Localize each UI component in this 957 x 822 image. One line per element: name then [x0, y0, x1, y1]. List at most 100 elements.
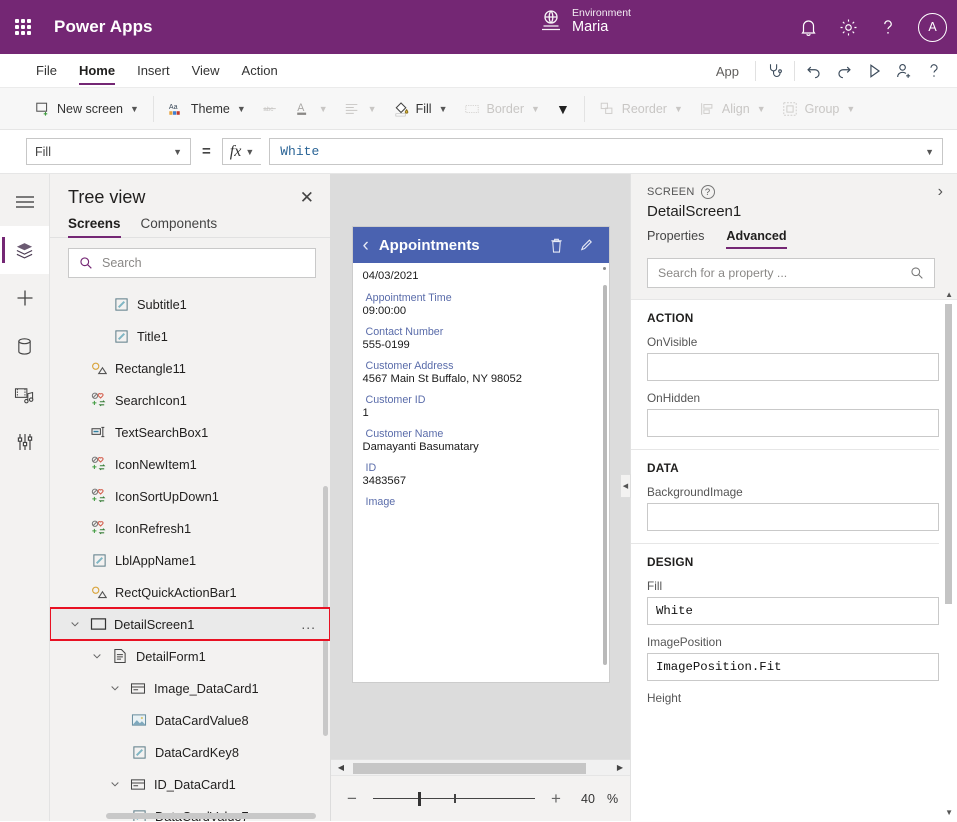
waffle-menu-button[interactable]	[0, 19, 46, 35]
tree-node-searchicon1[interactable]: SearchIcon1	[50, 384, 330, 416]
close-icon[interactable]: ✕	[300, 189, 314, 206]
properties-vertical-scrollbar[interactable]	[945, 304, 952, 604]
share-person-add-icon[interactable]	[889, 58, 919, 84]
app-menu-button[interactable]: App	[704, 64, 751, 79]
tab-advanced[interactable]: Advanced	[726, 229, 786, 249]
property-field-backgroundimage: BackgroundImage	[631, 481, 939, 531]
tree-view-header: Tree view ✕	[50, 174, 330, 216]
property-field-imageposition: ImagePosition ImagePosition.Fit	[631, 625, 939, 681]
sidebar-item-insert[interactable]	[0, 274, 49, 322]
tree-node-detailscreen1[interactable]: DetailScreen1 ...	[50, 608, 330, 640]
more-options-button[interactable]: ▼	[548, 94, 578, 124]
app-canvas[interactable]: ‹ Appointments 04/03/2021	[331, 174, 630, 759]
menu-item-insert[interactable]: Insert	[127, 54, 180, 87]
tree-node-datacardkey8[interactable]: DataCardKey8	[50, 736, 330, 768]
zoom-slider-thumb[interactable]	[418, 792, 421, 806]
scroll-right-arrow-icon[interactable]: ▶	[613, 763, 627, 772]
environment-selector[interactable]: Environment Maria	[540, 7, 631, 36]
preview-vertical-scrollbar[interactable]	[603, 285, 607, 665]
chevron-left-back-icon[interactable]: ‹	[363, 236, 369, 255]
chevron-expand-icon[interactable]	[90, 651, 104, 661]
tree-node-datacardvalue8[interactable]: DataCardValue8	[50, 704, 330, 736]
tree-node-id-datacard1[interactable]: ID_DataCard1	[50, 768, 330, 800]
tree-node-image-datacard1[interactable]: Image_DataCard1	[50, 672, 330, 704]
property-search-input[interactable]: Search for a property ...	[647, 258, 935, 288]
sidebar-item-media[interactable]	[0, 370, 49, 418]
tab-components[interactable]: Components	[141, 216, 218, 237]
tree-node-iconsortupdown1[interactable]: IconSortUpDown1	[50, 480, 330, 512]
tree-node-iconrefresh1[interactable]: IconRefresh1	[50, 512, 330, 544]
help-question-icon[interactable]	[919, 58, 949, 84]
formula-input[interactable]: White ▼	[269, 138, 943, 165]
chevron-expand-icon[interactable]	[108, 683, 122, 693]
scroll-left-arrow-icon[interactable]: ◀	[334, 763, 348, 772]
tree-node-textsearchbox1[interactable]: TextSearchBox1	[50, 416, 330, 448]
fill-button[interactable]: Fill ▼	[385, 94, 456, 124]
scrollbar-track[interactable]	[348, 762, 613, 774]
question-mark-circle-icon[interactable]: ?	[701, 185, 715, 199]
scrollbar-thumb[interactable]	[353, 763, 586, 774]
tree-node-lblappname1[interactable]: LblAppName1	[50, 544, 330, 576]
panel-collapse-handle[interactable]: ◀	[620, 474, 631, 498]
zoom-in-button[interactable]: +	[547, 790, 565, 807]
zoom-out-button[interactable]: −	[343, 790, 361, 807]
bell-icon[interactable]	[796, 15, 820, 39]
gear-icon[interactable]	[836, 15, 860, 39]
canvas-horizontal-scrollbar[interactable]: ◀ ▶	[331, 759, 630, 775]
chevron-right-collapse-icon[interactable]: ›	[938, 184, 943, 200]
avatar[interactable]: A	[918, 13, 947, 42]
tab-screens[interactable]: Screens	[68, 216, 121, 237]
tree-node-detailform1[interactable]: DetailForm1	[50, 640, 330, 672]
tree-node-label: DetailForm1	[136, 649, 206, 664]
screen-preview[interactable]: ‹ Appointments 04/03/2021	[353, 227, 609, 682]
menu-item-home[interactable]: Home	[69, 54, 125, 87]
tree-node-rectquickactionbar1[interactable]: RectQuickActionBar1	[50, 576, 330, 608]
tree-node-rectangle11[interactable]: Rectangle11	[50, 352, 330, 384]
chevron-collapse-icon[interactable]	[68, 619, 82, 629]
textinput-control-icon	[90, 423, 108, 441]
undo-icon[interactable]	[799, 58, 829, 84]
tab-properties[interactable]: Properties	[647, 229, 704, 249]
property-label: ImagePosition	[647, 635, 939, 653]
trash-delete-icon[interactable]	[547, 235, 567, 255]
play-preview-icon[interactable]	[859, 58, 889, 84]
menu-item-file[interactable]: File	[26, 54, 67, 87]
question-mark-icon[interactable]	[876, 15, 900, 39]
scroll-up-arrow-icon[interactable]: ▲	[945, 290, 953, 299]
tree-search-input[interactable]: Search	[68, 248, 316, 278]
sidebar-item-data[interactable]	[0, 322, 49, 370]
tree-node-subtitle1[interactable]: Subtitle1	[50, 288, 330, 320]
property-input[interactable]: ImagePosition.Fit	[647, 653, 939, 681]
field-label-appointment-time: Appointment Time	[363, 292, 599, 305]
redo-icon[interactable]	[829, 58, 859, 84]
new-screen-button[interactable]: New screen ▼	[26, 94, 147, 124]
menu-item-action[interactable]: Action	[232, 54, 288, 87]
label-control-icon	[112, 295, 130, 313]
pencil-edit-icon[interactable]	[577, 235, 597, 255]
property-input[interactable]	[647, 409, 939, 437]
scroll-down-arrow-icon[interactable]: ▼	[945, 808, 953, 817]
chevron-expand-icon[interactable]	[108, 779, 122, 789]
theme-button[interactable]: Aa Theme ▼	[160, 94, 254, 124]
property-input[interactable]: White	[647, 597, 939, 625]
menu-item-view[interactable]: View	[182, 54, 230, 87]
sidebar-item-advanced-tools[interactable]	[0, 418, 49, 466]
tree-node-title1[interactable]: Title1	[50, 320, 330, 352]
tree-horizontal-scrollbar[interactable]	[106, 813, 316, 819]
fx-button[interactable]: fx ▼	[222, 138, 261, 165]
property-input[interactable]	[647, 353, 939, 381]
font-color-A-icon: A	[295, 100, 312, 117]
reorder-icon	[599, 100, 616, 117]
sidebar-item-tree-view[interactable]	[0, 226, 49, 274]
property-input[interactable]	[647, 503, 939, 531]
zoom-slider[interactable]	[373, 792, 535, 806]
fill-bucket-icon	[393, 100, 410, 117]
hamburger-menu-button[interactable]	[0, 178, 49, 226]
tree-node-overflow-menu[interactable]: ...	[301, 616, 316, 632]
chevron-down-icon[interactable]: ▼	[925, 147, 934, 157]
app-checker-stethoscope-icon[interactable]	[760, 58, 790, 84]
menu-bar: File Home Insert View Action App	[0, 54, 957, 88]
property-selector[interactable]: Fill ▼	[26, 138, 191, 165]
tree-node-iconnewitem1[interactable]: IconNewItem1	[50, 448, 330, 480]
properties-header: SCREEN ? › DetailScreen1 Properties Adva…	[631, 174, 957, 249]
